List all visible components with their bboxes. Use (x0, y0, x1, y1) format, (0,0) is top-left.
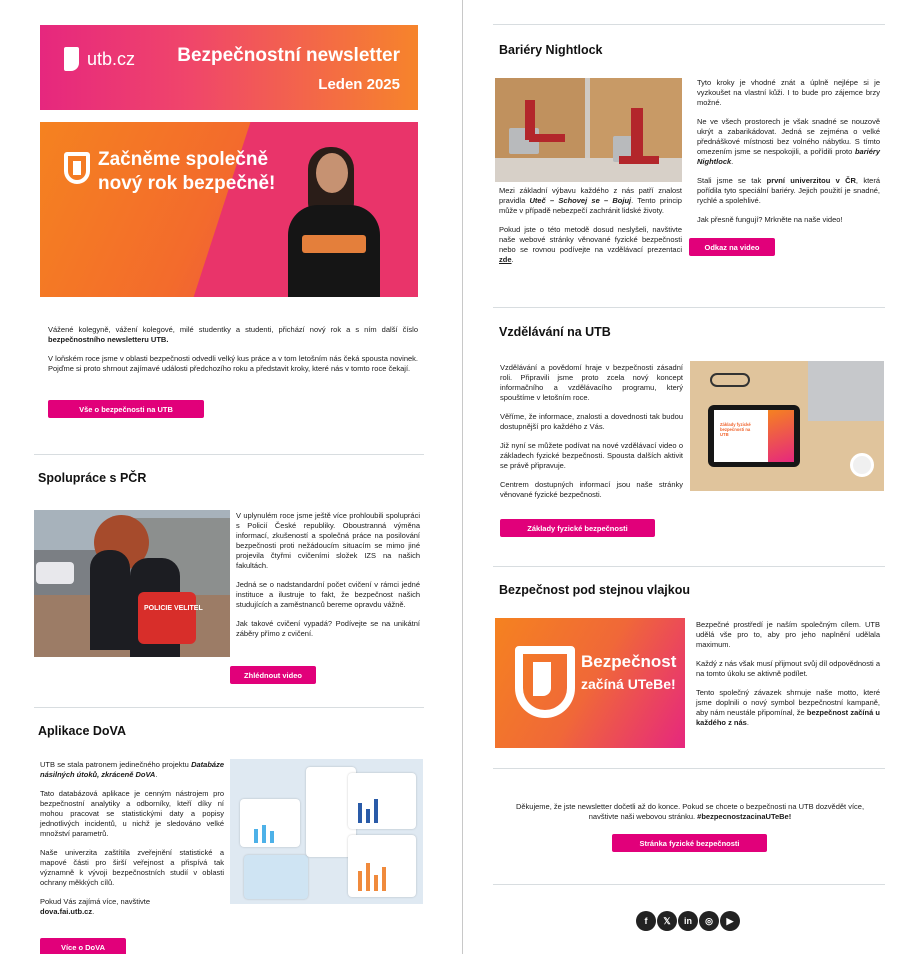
tablet-screen-title: Základy fyzické bezpečnosti na UTB (720, 422, 751, 437)
flag-p2: Každý z nás však musí přijmout svůj díl … (696, 659, 880, 678)
divider (493, 566, 885, 567)
education-tablet-image: Základy fyzické bezpečnosti na UTB (690, 361, 884, 491)
nightlock-right-text: Tyto kroky je vhodné znát a úplně nejlép… (697, 78, 880, 234)
divider (493, 24, 885, 25)
divider (493, 768, 885, 769)
youtube-icon[interactable]: ▶ (720, 911, 740, 931)
nightlock-left-p2: Pokud jste o této metodě dosud neslyšeli… (499, 225, 682, 254)
nightlock-left-text: Mezi základní výbavu každého z nás patří… (499, 186, 682, 274)
video-link-button[interactable]: Odkaz na video (689, 238, 775, 256)
nightlock-barrier-image (495, 78, 682, 182)
presentation-link[interactable]: zde (499, 255, 512, 264)
education-text: Vzdělávání a povědomí hraje v bezpečnost… (500, 363, 683, 509)
linkedin-icon[interactable]: in (678, 911, 698, 931)
nightlock-right-p3: Stali jsme se tak (697, 176, 767, 185)
physical-safety-basics-button[interactable]: Základy fyzické bezpečnosti (500, 519, 655, 537)
footer-hashtag: #bezpecnostzacinaUTeBe! (697, 812, 792, 821)
nightlock-section-title: Bariéry Nightlock (499, 43, 603, 57)
shield-icon (515, 646, 575, 718)
education-p4: Centrem dostupných informací jsou naše s… (500, 480, 683, 499)
physical-safety-page-button[interactable]: Stránka fyzické bezpečnosti (612, 834, 767, 852)
footer-thanks: Děkujeme, že jste newsletter dočetli až … (515, 802, 865, 821)
footer-text: Děkujeme, že jste newsletter dočetli až … (505, 802, 875, 822)
education-p2: Věříme, že informace, znalosti a dovedno… (500, 412, 683, 431)
nightlock-rule: Uteč – Schovej se – Bojuj (529, 196, 632, 205)
instagram-icon[interactable]: ◎ (699, 911, 719, 931)
divider (493, 307, 885, 308)
flag-section-title: Bezpečnost pod stejnou vlajkou (499, 583, 690, 597)
flag-p1: Bezpečné prostředí je naším společným cí… (696, 620, 880, 649)
campaign-banner: Bezpečnost začíná UTeBe! (495, 618, 685, 748)
nightlock-left-p2-end: . (511, 255, 514, 264)
x-icon[interactable]: 𝕏 (657, 911, 677, 931)
education-section-title: Vzdělávání na UTB (499, 325, 611, 339)
glasses-image (710, 373, 750, 387)
flag-p3-end: . (746, 718, 749, 727)
nightlock-right-p2-end: . (731, 157, 734, 166)
nightlock-right-p1: Tyto kroky je vhodné znát a úplně nejlép… (697, 78, 880, 107)
divider (493, 884, 885, 885)
campaign-line2: začíná UTeBe! (581, 676, 676, 692)
education-p1: Vzdělávání a povědomí hraje v bezpečnost… (500, 363, 683, 402)
campaign-line1: Bezpečnost (581, 652, 677, 671)
nightlock-right-p2: Ne ve všech prostorech je však snadné se… (697, 117, 880, 156)
nightlock-right-p4: Jak přesně fungují? Mrkněte na naše vide… (697, 215, 843, 224)
facebook-icon[interactable]: f (636, 911, 656, 931)
newsletter-right-column: Bariéry Nightlock Mezi základní výbavu k… (0, 0, 901, 954)
flag-text: Bezpečné prostředí je naším společným cí… (696, 620, 880, 737)
first-university: první univerzitou v ČR (766, 176, 856, 185)
education-p3: Již nyní se můžete podívat na nové vzděl… (500, 441, 683, 470)
